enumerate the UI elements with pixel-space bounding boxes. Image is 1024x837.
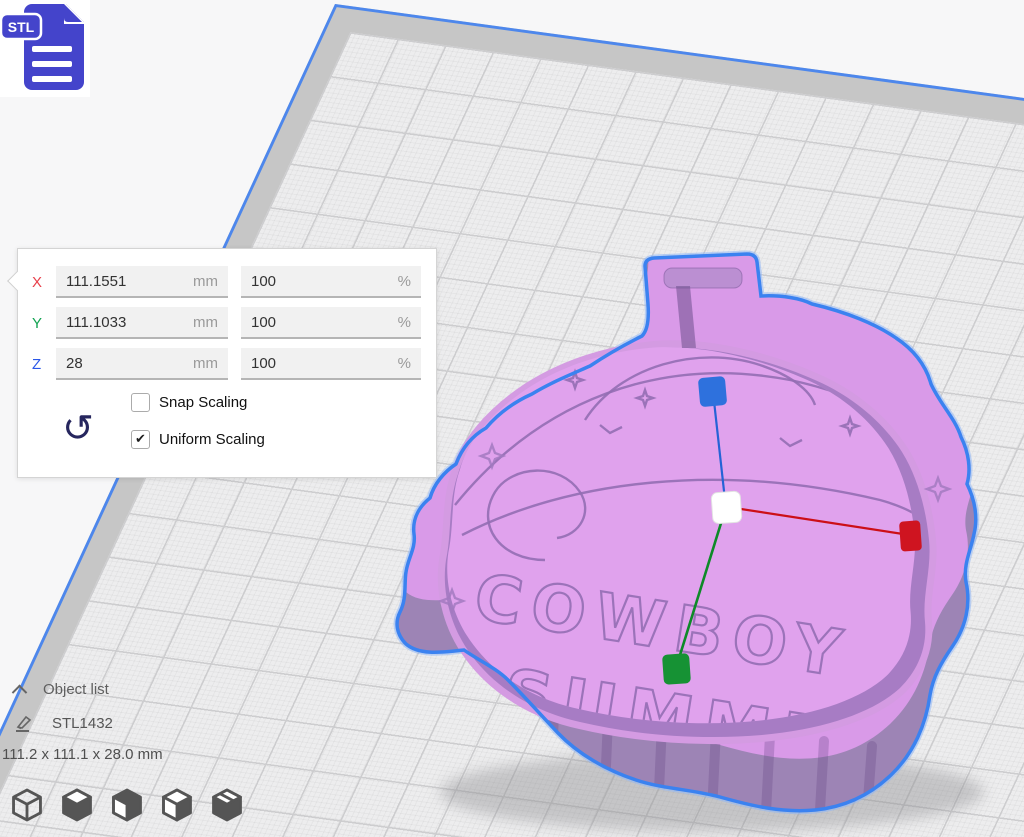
y-size-field[interactable]: mm: [56, 307, 228, 339]
z-size-input[interactable]: [66, 355, 187, 372]
chevron-up-icon: [12, 684, 28, 700]
z-percent-unit: %: [398, 355, 411, 372]
stl-document-icon: STL: [0, 0, 90, 97]
gizmo-x-handle[interactable]: [899, 520, 922, 551]
view-3d-icon[interactable]: [8, 786, 46, 824]
scale-row-x: X mm %: [32, 266, 436, 298]
uniform-scaling-checkbox[interactable]: ✔: [131, 430, 150, 449]
snap-scaling-row: Snap Scaling: [131, 393, 436, 412]
scale-row-y: Y mm %: [32, 307, 436, 339]
axis-y-label: Y: [32, 315, 56, 332]
x-size-field[interactable]: mm: [56, 266, 228, 298]
z-size-field[interactable]: mm: [56, 348, 228, 380]
z-size-unit: mm: [193, 355, 218, 372]
scale-tool-panel: X mm % Y mm % Z mm: [17, 248, 437, 478]
object-name: STL1432: [52, 715, 113, 732]
model-mesh[interactable]: COWBOY SUMMER: [397, 202, 976, 812]
z-percent-field[interactable]: %: [241, 348, 421, 380]
gizmo-center-handle[interactable]: [711, 491, 742, 524]
snap-scaling-checkbox[interactable]: [131, 393, 150, 412]
y-percent-field[interactable]: %: [241, 307, 421, 339]
pencil-icon: [14, 713, 34, 733]
z-percent-input[interactable]: [251, 355, 392, 372]
y-percent-input[interactable]: [251, 314, 392, 331]
3d-viewport: COWBOY SUMMER: [0, 0, 1024, 837]
camera-view-toolbar: [8, 786, 246, 824]
scale-row-z: Z mm %: [32, 348, 436, 380]
view-right-icon[interactable]: [208, 786, 246, 824]
reset-scale-button[interactable]: ↺: [58, 407, 98, 449]
view-top-icon[interactable]: [108, 786, 146, 824]
gizmo-z-handle[interactable]: [698, 376, 727, 407]
stl-file-tile: STL: [0, 0, 90, 97]
gizmo-y-handle[interactable]: [662, 653, 691, 685]
y-percent-unit: %: [398, 314, 411, 331]
axis-z-label: Z: [32, 356, 56, 373]
object-list-label: Object list: [43, 681, 109, 698]
view-front-icon[interactable]: [58, 786, 96, 824]
x-percent-input[interactable]: [251, 273, 392, 290]
snap-scaling-label[interactable]: Snap Scaling: [159, 394, 247, 411]
x-size-input[interactable]: [66, 273, 187, 290]
x-size-unit: mm: [193, 273, 218, 290]
axis-x-label: X: [32, 274, 56, 291]
uniform-scaling-row: ✔ Uniform Scaling: [131, 430, 436, 449]
stl-badge-label: STL: [8, 19, 35, 35]
x-percent-field[interactable]: %: [241, 266, 421, 298]
uniform-check-glyph: ✔: [135, 433, 146, 446]
object-dimensions: 111.2 x 111.1 x 28.0 mm: [2, 746, 260, 763]
object-list-header[interactable]: Object list: [0, 678, 260, 700]
y-size-input[interactable]: [66, 314, 187, 331]
y-size-unit: mm: [193, 314, 218, 331]
view-left-icon[interactable]: [158, 786, 196, 824]
object-list-panel: Object list STL1432 111.2 x 111.1 x 28.0…: [0, 678, 260, 763]
uniform-scaling-label[interactable]: Uniform Scaling: [159, 431, 265, 448]
x-percent-unit: %: [398, 273, 411, 290]
object-list-item[interactable]: STL1432: [0, 712, 260, 734]
